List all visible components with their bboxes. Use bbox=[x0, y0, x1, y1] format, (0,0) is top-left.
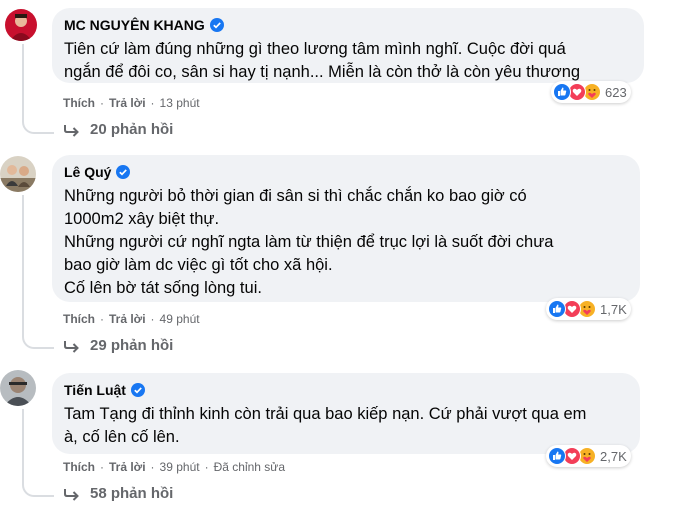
reply-arrow-icon bbox=[64, 124, 79, 137]
separator: · bbox=[100, 312, 104, 326]
timestamp[interactable]: 39 phút bbox=[160, 460, 200, 474]
comment-actions: Thích · Trả lời · 13 phút bbox=[63, 96, 200, 110]
view-replies-button[interactable]: 20 phản hồi bbox=[64, 121, 173, 138]
comment-text: Tam Tạng đi thỉnh kinh còn trải qua bao … bbox=[64, 403, 628, 449]
replies-count: 20 phản hồi bbox=[90, 121, 174, 138]
separator: · bbox=[150, 460, 155, 474]
like-button[interactable]: Thích bbox=[63, 96, 95, 110]
reply-arrow-icon bbox=[64, 488, 79, 501]
separator: · bbox=[150, 312, 155, 326]
avatar[interactable] bbox=[0, 156, 36, 192]
comment-line: Tiên cứ làm đúng những gì theo lương tâm… bbox=[64, 40, 566, 58]
comment-actions: Thích · Trả lời · 49 phút bbox=[63, 312, 200, 326]
reply-button[interactable]: Trả lời bbox=[109, 460, 146, 474]
thread-line bbox=[22, 195, 54, 349]
reaction-count: 2,7K bbox=[600, 448, 627, 464]
like-icon bbox=[553, 83, 571, 101]
timestamp[interactable]: 13 phút bbox=[160, 96, 200, 110]
view-replies-button[interactable]: 58 phản hồi bbox=[64, 485, 173, 502]
thread-line bbox=[22, 409, 54, 497]
replies-count: 29 phản hồi bbox=[90, 337, 174, 354]
like-icon bbox=[548, 300, 566, 318]
comment-bubble: MC NGUYÊN KHANG Tiên cứ làm đúng những g… bbox=[52, 8, 644, 83]
comment-line: Những người cứ nghĩ ngta làm từ thiện để… bbox=[64, 233, 554, 251]
thread-line bbox=[22, 44, 54, 134]
author-name[interactable]: Lê Quý bbox=[64, 164, 111, 180]
reaction-summary[interactable]: 2,7K bbox=[546, 445, 631, 467]
reaction-summary[interactable]: 623 bbox=[551, 81, 631, 103]
author-name[interactable]: MC NGUYÊN KHANG bbox=[64, 17, 205, 33]
like-icon bbox=[548, 447, 566, 465]
reaction-count: 1,7K bbox=[600, 301, 627, 317]
verified-badge-icon bbox=[130, 383, 145, 397]
comment-line: à, cố lên cố lên. bbox=[64, 428, 180, 446]
comment-text: Tiên cứ làm đúng những gì theo lương tâm… bbox=[64, 38, 632, 84]
reaction-count: 623 bbox=[605, 84, 627, 100]
reaction-summary[interactable]: 1,7K bbox=[546, 298, 631, 320]
comment-line: ngắn để đôi co, sân si hay tị nạnh... Mi… bbox=[64, 63, 581, 81]
view-replies-button[interactable]: 29 phản hồi bbox=[64, 337, 173, 354]
separator: · bbox=[150, 96, 155, 110]
avatar[interactable] bbox=[5, 9, 37, 41]
edited-label: Đã chỉnh sửa bbox=[213, 460, 285, 474]
separator: · bbox=[100, 96, 104, 110]
separator: · bbox=[100, 460, 104, 474]
comment-line: Cố lên bờ tát sống lòng tui. bbox=[64, 279, 262, 297]
comment-text: Những người bỏ thời gian đi sân si thì c… bbox=[64, 185, 628, 300]
comment-line: bao giờ làm dc việc gì tốt cho xã hội. bbox=[64, 256, 333, 274]
comment-actions: Thích · Trả lời · 39 phút · Đã chỉnh sửa bbox=[63, 460, 285, 474]
comment-bubble: Tiến Luật Tam Tạng đi thỉnh kinh còn trả… bbox=[52, 373, 640, 454]
verified-badge-icon bbox=[209, 18, 224, 32]
author-name[interactable]: Tiến Luật bbox=[64, 382, 126, 398]
avatar[interactable] bbox=[0, 370, 36, 406]
comment-line: 1000m2 xây biệt thự. bbox=[64, 210, 220, 228]
reply-button[interactable]: Trả lời bbox=[109, 312, 146, 326]
comment-line: Tam Tạng đi thỉnh kinh còn trải qua bao … bbox=[64, 405, 587, 423]
reply-button[interactable]: Trả lời bbox=[109, 96, 146, 110]
replies-count: 58 phản hồi bbox=[90, 485, 174, 502]
separator: · bbox=[204, 460, 209, 474]
like-button[interactable]: Thích bbox=[63, 460, 95, 474]
comment-line: Những người bỏ thời gian đi sân si thì c… bbox=[64, 187, 527, 205]
timestamp[interactable]: 49 phút bbox=[160, 312, 200, 326]
like-button[interactable]: Thích bbox=[63, 312, 95, 326]
reply-arrow-icon bbox=[64, 340, 79, 353]
comment-bubble: Lê Quý Những người bỏ thời gian đi sân s… bbox=[52, 155, 640, 302]
verified-badge-icon bbox=[116, 165, 131, 179]
